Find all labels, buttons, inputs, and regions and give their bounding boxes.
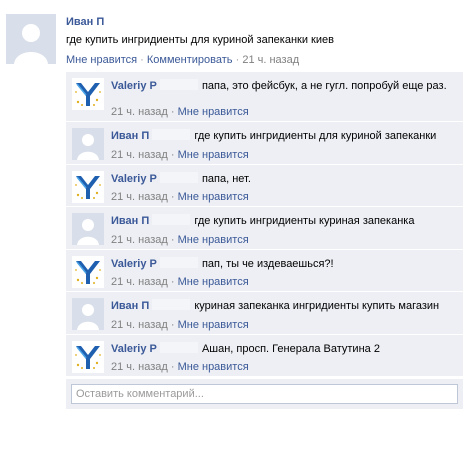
comment-meta: 21 ч. назад · Мне нравится [111,361,249,373]
separator-dot: · [167,276,178,288]
post-author-name[interactable]: Иван П [66,16,104,28]
comment-item: Valeriy P Ашан, просп. Генерала Ватутина… [66,335,463,377]
like-link[interactable]: Мне нравится [66,54,137,66]
comment-link[interactable]: Комментировать [147,54,233,66]
logo-y-icon[interactable] [72,341,104,373]
comment-body: Иван П где купить ингридиенты куриная за… [111,214,456,228]
logo-y-icon[interactable] [72,171,104,203]
comment-body: Valeriy P папа, нет. [111,172,456,186]
comment-text: куриная запеканка ингридиенты купить маг… [194,300,440,312]
redacted-surname [152,214,191,225]
comment-like-link[interactable]: Мне нравится [178,106,249,118]
separator-dot: · [167,319,178,331]
comment-body: Valeriy P Ашан, просп. Генерала Ватутина… [111,342,456,356]
default-user-icon[interactable] [72,213,104,245]
separator-dot: · [167,234,178,246]
comment-input-area: Оставить комментарий... [66,379,463,409]
default-user-icon[interactable] [72,298,104,330]
comment-item: Иван П где купить ингридиенты для курино… [66,122,463,165]
comment-author-name[interactable]: Valeriy P [111,80,157,92]
comment-meta: 21 ч. назад · Мне нравится [111,191,249,203]
comment-body: Valeriy P папа, это фейсбук, а не гугл. … [111,79,456,93]
comment-meta: 21 ч. назад · Мне нравится [111,106,249,118]
post-timestamp[interactable]: 21 ч. назад [242,54,299,66]
comment-like-link[interactable]: Мне нравится [178,276,249,288]
comment-text: пап, ты че издеваешься?! [201,258,334,270]
comment-body: Иван П где купить ингридиенты для курино… [111,129,456,143]
comment-timestamp[interactable]: 21 ч. назад [111,319,168,331]
post-actions: Мне нравится · Комментировать · 21 ч. на… [66,54,300,66]
redacted-surname [159,79,198,90]
comment-like-link[interactable]: Мне нравится [178,234,249,246]
separator-dot: · [167,191,178,203]
comment-timestamp[interactable]: 21 ч. назад [111,234,168,246]
comment-author-name[interactable]: Иван П [111,215,149,227]
comment-like-link[interactable]: Мне нравится [178,319,249,331]
comment-item: Иван П где купить ингридиенты куриная за… [66,207,463,250]
comment-timestamp[interactable]: 21 ч. назад [111,276,168,288]
comment-body: Valeriy P пап, ты че издеваешься?! [111,257,456,271]
comment-timestamp[interactable]: 21 ч. назад [111,191,168,203]
separator-dot: · [167,106,178,118]
comment-text: где купить ингридиенты куриная запеканка [194,215,415,227]
comment-meta: 21 ч. назад · Мне нравится [111,234,249,246]
separator-dot: · [167,149,178,161]
redacted-surname [159,342,198,353]
comment-author-name[interactable]: Иван П [111,130,149,142]
comment-meta: 21 ч. назад · Мне нравится [111,276,249,288]
post-text: где купить ингридиенты для куриной запек… [66,34,334,46]
comment-meta: 21 ч. назад · Мне нравится [111,149,249,161]
comment-item: Иван П куриная запеканка ингридиенты куп… [66,292,463,335]
redacted-surname [152,129,191,140]
comment-text: где купить ингридиенты для куриной запек… [194,130,437,142]
redacted-surname [159,257,198,268]
redacted-surname [159,172,198,183]
comment-text: Ашан, просп. Генерала Ватутина 2 [201,343,380,355]
comment-item: Valeriy P папа, это фейсбук, а не гугл. … [66,72,463,122]
comment-like-link[interactable]: Мне нравится [178,361,249,373]
comment-author-name[interactable]: Иван П [111,300,149,312]
logo-y-icon[interactable] [72,78,104,110]
default-user-icon[interactable] [72,128,104,160]
comment-like-link[interactable]: Мне нравится [178,191,249,203]
comment-text: папа, нет. [201,173,251,185]
comment-timestamp[interactable]: 21 ч. назад [111,106,168,118]
separator-dot: · [167,361,178,373]
comment-item: Valeriy P пап, ты че издеваешься?! 21 ч. … [66,250,463,292]
comment-input[interactable]: Оставить комментарий... [71,384,458,404]
comment-author-name[interactable]: Valeriy P [111,173,157,185]
comment-meta: 21 ч. назад · Мне нравится [111,319,249,331]
comment-item: Valeriy P папа, нет. 21 ч. назад · Мне нр… [66,165,463,207]
comment-timestamp[interactable]: 21 ч. назад [111,149,168,161]
redacted-surname [152,299,191,310]
comment-like-link[interactable]: Мне нравится [178,149,249,161]
comment-author-name[interactable]: Valeriy P [111,258,157,270]
comment-author-name[interactable]: Valeriy P [111,343,157,355]
default-user-icon [6,14,56,64]
comment-text: папа, это фейсбук, а не гугл. попробуй е… [201,80,447,92]
logo-y-icon[interactable] [72,256,104,288]
author-avatar[interactable] [6,14,56,64]
comment-body: Иван П куриная запеканка ингридиенты куп… [111,299,456,313]
comment-timestamp[interactable]: 21 ч. назад [111,361,168,373]
